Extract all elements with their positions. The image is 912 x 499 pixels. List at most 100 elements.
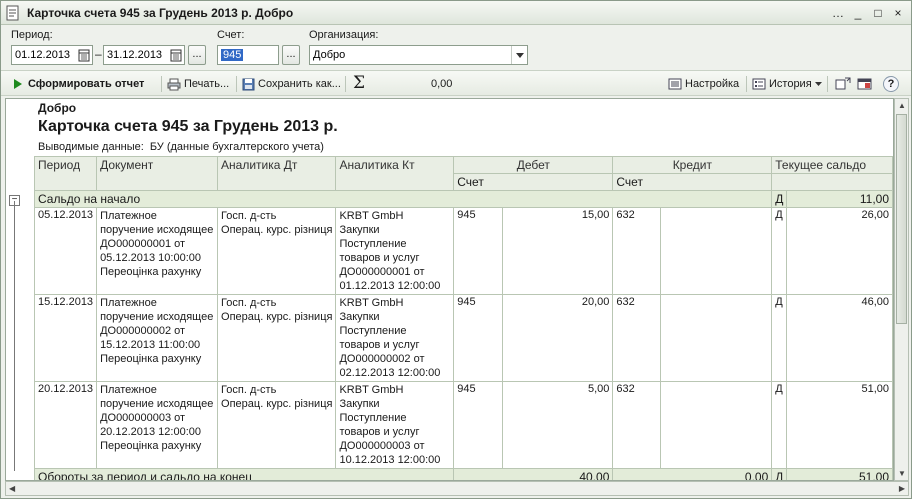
vertical-scroll-thumb[interactable] <box>896 114 907 324</box>
totals-side: Д <box>771 468 788 480</box>
period-select-button[interactable]: ... <box>188 45 206 65</box>
organization-field[interactable]: Добро <box>309 45 528 65</box>
minimize-button[interactable]: _ <box>849 4 867 21</box>
totals-debit: 40,00 <box>453 468 614 480</box>
header-analytics-kt: Аналитика Кт <box>335 156 455 191</box>
title-bar: Карточка счета 945 за Грудень 2013 р. До… <box>1 1 911 25</box>
header-credit: Кредит <box>612 156 773 174</box>
calendar-icon[interactable] <box>78 48 90 62</box>
row-debit-sum: 15,00 <box>501 207 614 295</box>
header-debit-account: Счет <box>453 173 614 191</box>
organization-label: Организация: <box>309 29 379 41</box>
row-balance-side: Д <box>771 381 788 469</box>
toolbar-separator <box>161 76 162 92</box>
row-balance: 46,00 <box>786 294 893 382</box>
horizontal-scrollbar[interactable]: ◀ ▶ <box>5 481 909 496</box>
window-menu-button[interactable]: … <box>829 4 847 21</box>
table-row[interactable]: 15.12.2013 Платежное поручение исходящее Д… <box>33 294 893 382</box>
play-icon <box>14 79 22 89</box>
row-period: 05.12.2013 <box>33 207 98 295</box>
opening-balance-value: 11,00 <box>786 190 893 208</box>
window-title: Карточка счета 945 за Грудень 2013 р. До… <box>27 5 294 20</box>
period-label: Период: <box>11 29 53 41</box>
header-balance-blank <box>771 173 893 191</box>
report-organization: Добро <box>38 101 77 115</box>
row-credit-sum <box>660 381 773 469</box>
row-period: 15.12.2013 <box>33 294 98 382</box>
row-credit-account: 632 <box>612 294 662 382</box>
header-document: Документ <box>96 156 219 191</box>
generate-report-button[interactable]: Сформировать отчет <box>13 75 144 93</box>
sum-icon[interactable]: Σ <box>353 73 365 93</box>
list-icon <box>752 78 766 90</box>
header-debit: Дебет <box>453 156 614 174</box>
chevron-down-icon[interactable] <box>511 46 527 64</box>
filter-panel: Период: 01.12.2013 – 31.12.2013 ... Счет… <box>1 26 911 68</box>
account-label: Счет: <box>217 29 245 41</box>
toolbar-separator <box>345 76 346 92</box>
calendar-icon[interactable] <box>170 48 182 62</box>
history-button[interactable]: История <box>752 75 822 93</box>
row-credit-account: 632 <box>612 207 662 295</box>
scroll-right-icon[interactable]: ▶ <box>899 484 905 493</box>
table-header-row: Период Документ Аналитика Дт Аналитика К… <box>33 156 893 191</box>
row-debit-account: 945 <box>453 381 503 469</box>
row-debit-account: 945 <box>453 207 503 295</box>
row-debit-sum: 20,00 <box>501 294 614 382</box>
opening-balance-row[interactable]: Сальдо на начало Д 11,00 <box>33 190 893 208</box>
date-to-field[interactable]: 31.12.2013 <box>103 45 185 65</box>
report-sheet[interactable]: Добро Карточка счета 945 за Грудень 2013… <box>5 98 894 481</box>
row-balance-side: Д <box>771 207 788 295</box>
row-analytics-dt: Госп. д-сть Операц. курс. різниця <box>217 207 337 295</box>
table-row[interactable]: 20.12.2013 Платежное поручение исходящее Д… <box>33 381 893 469</box>
scroll-down-icon[interactable]: ▼ <box>898 469 906 478</box>
report-toolbar: Сформировать отчет Печать... Сохранить к… <box>1 70 911 96</box>
save-as-button[interactable]: Сохранить как... <box>242 75 341 93</box>
vertical-scrollbar[interactable]: ▲ ▼ <box>894 98 909 481</box>
row-debit-account: 945 <box>453 294 503 382</box>
header-credit-account: Счет <box>612 173 773 191</box>
row-analytics-kt: KRBT GmbH Закупки Поступление товаров и усл… <box>335 207 455 295</box>
scroll-left-icon[interactable]: ◀ <box>9 484 15 493</box>
help-button[interactable]: ? <box>883 75 899 93</box>
header-period: Период <box>33 156 98 191</box>
row-credit-sum <box>660 207 773 295</box>
row-document: Платежное поручение исходящее ДО000000001 … <box>96 207 219 295</box>
sum-value: 0,00 <box>431 78 453 90</box>
opening-balance-label: Сальдо на начало <box>33 190 773 208</box>
opening-balance-side: Д <box>771 190 788 208</box>
date-range-dash: – <box>95 47 102 61</box>
table-row[interactable]: 05.12.2013 Платежное поручение исходящее Д… <box>33 207 893 295</box>
toolbar-separator <box>746 76 747 92</box>
row-analytics-kt: KRBT GmbH Закупки Поступление товаров и усл… <box>335 381 455 469</box>
totals-credit: 0,00 <box>612 468 773 480</box>
row-period: 20.12.2013 <box>33 381 98 469</box>
chevron-down-icon <box>814 82 822 86</box>
toolbar-separator <box>827 76 828 92</box>
date-from-field[interactable]: 01.12.2013 <box>11 45 93 65</box>
floppy-disk-icon <box>242 78 255 90</box>
account-field[interactable]: 945 <box>217 45 279 65</box>
report-title: Карточка счета 945 за Грудень 2013 р. <box>38 118 338 135</box>
account-card-table: Период Документ Аналитика Дт Аналитика К… <box>33 156 893 480</box>
print-button[interactable]: Печать... <box>167 75 229 93</box>
report-options-button[interactable] <box>857 75 873 93</box>
header-analytics-dt: Аналитика Дт <box>217 156 337 191</box>
row-debit-sum: 5,00 <box>501 381 614 469</box>
layout-icon <box>835 77 851 90</box>
row-document: Платежное поручение исходящее ДО000000002 … <box>96 294 219 382</box>
report-window: Карточка счета 945 за Грудень 2013 р. До… <box>0 0 912 499</box>
row-analytics-dt: Госп. д-сть Операц. курс. різниця <box>217 294 337 382</box>
document-icon <box>5 5 21 21</box>
help-icon: ? <box>883 76 899 92</box>
totals-row[interactable]: Обороты за период и сальдо на конец 40,0… <box>33 468 893 480</box>
close-button[interactable]: × <box>889 4 907 21</box>
scroll-up-icon[interactable]: ▲ <box>898 101 906 110</box>
maximize-button[interactable]: □ <box>869 4 887 21</box>
settings-button[interactable]: Настройка <box>668 75 739 93</box>
account-select-button[interactable]: ... <box>282 45 300 65</box>
row-analytics-dt: Госп. д-сть Операц. курс. різниця <box>217 381 337 469</box>
totals-balance: 51,00 <box>786 468 893 480</box>
row-document: Платежное поручение исходящее ДО000000003 … <box>96 381 219 469</box>
report-layout-button[interactable] <box>835 75 851 93</box>
